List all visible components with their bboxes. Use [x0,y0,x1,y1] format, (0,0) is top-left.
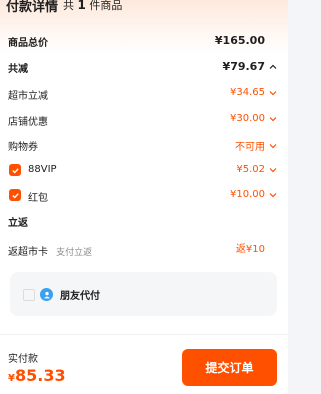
rebate-title: 立返 [8,218,28,229]
discount-row-coupon[interactable]: 不可用 [235,138,278,153]
rebate-value: 返¥10 [235,244,265,255]
red-packet-checkbox[interactable] [9,189,21,201]
rebate-label: 返超市卡 [8,247,48,258]
check-icon [11,167,19,173]
submit-order-button[interactable]: 提交订单 [182,349,277,386]
item-count: 共 1 件商品 [63,0,122,13]
total-label: 商品总价 [8,38,48,49]
chevron-up-icon [268,62,278,72]
discount-row-supermarket[interactable]: ¥34.65 [230,87,278,98]
chevron-down-icon [268,141,278,151]
pay-label: 实付款 [8,354,38,365]
item-count-number: 1 [77,0,86,12]
payment-panel: 付款详情 共 1 件商品 商品总价 ¥165.00 共减 ¥79.67 超市立减… [0,0,288,394]
discount-label-coupon: 购物券 [8,142,38,153]
friend-pay-checkbox[interactable] [23,289,35,301]
rebate-sublabel: 支付立返 [56,248,93,258]
item-count-prefix: 共 [63,0,74,12]
discount-row-vip[interactable]: ¥5.02 [236,164,278,175]
vip-checkbox[interactable] [9,164,21,176]
chevron-down-icon [268,88,278,98]
discount-label-store: 店铺优惠 [8,117,48,128]
discount-total-toggle[interactable]: ¥79.67 [223,60,278,73]
discount-label-vip: 88VIP [28,164,57,175]
friend-pay-icon [40,288,53,301]
discount-total-label: 共减 [8,64,28,75]
discount-value-supermarket: ¥34.65 [230,87,265,98]
discount-row-red-packet[interactable]: ¥10.00 [230,189,278,200]
chevron-down-icon [268,114,278,124]
discount-value-coupon: 不可用 [235,142,265,153]
chevron-down-icon [268,190,278,200]
pay-currency: ¥ [8,373,15,384]
total-value: ¥165.00 [214,34,265,47]
discount-row-store[interactable]: ¥30.00 [230,113,278,124]
discount-value-store: ¥30.00 [230,113,265,124]
chevron-down-icon [268,165,278,175]
check-icon [11,192,19,198]
footer-divider [0,334,288,335]
rebate-row: 返超市卡 支付立返 [8,240,92,259]
discount-label-red-packet: 红包 [28,193,48,204]
pay-amount: ¥85.33 [8,366,66,385]
friend-pay-option[interactable]: 朋友代付 [10,272,277,316]
item-count-suffix: 件商品 [89,0,123,12]
discount-value-vip: ¥5.02 [236,164,265,175]
discount-total-value: ¥79.67 [222,60,265,73]
friend-pay-label: 朋友代付 [60,291,100,302]
discount-label-supermarket: 超市立减 [8,91,48,102]
page-title: 付款详情 [6,0,59,15]
discount-value-red-packet: ¥10.00 [230,189,265,200]
pay-amount-value: 85.33 [14,366,66,385]
